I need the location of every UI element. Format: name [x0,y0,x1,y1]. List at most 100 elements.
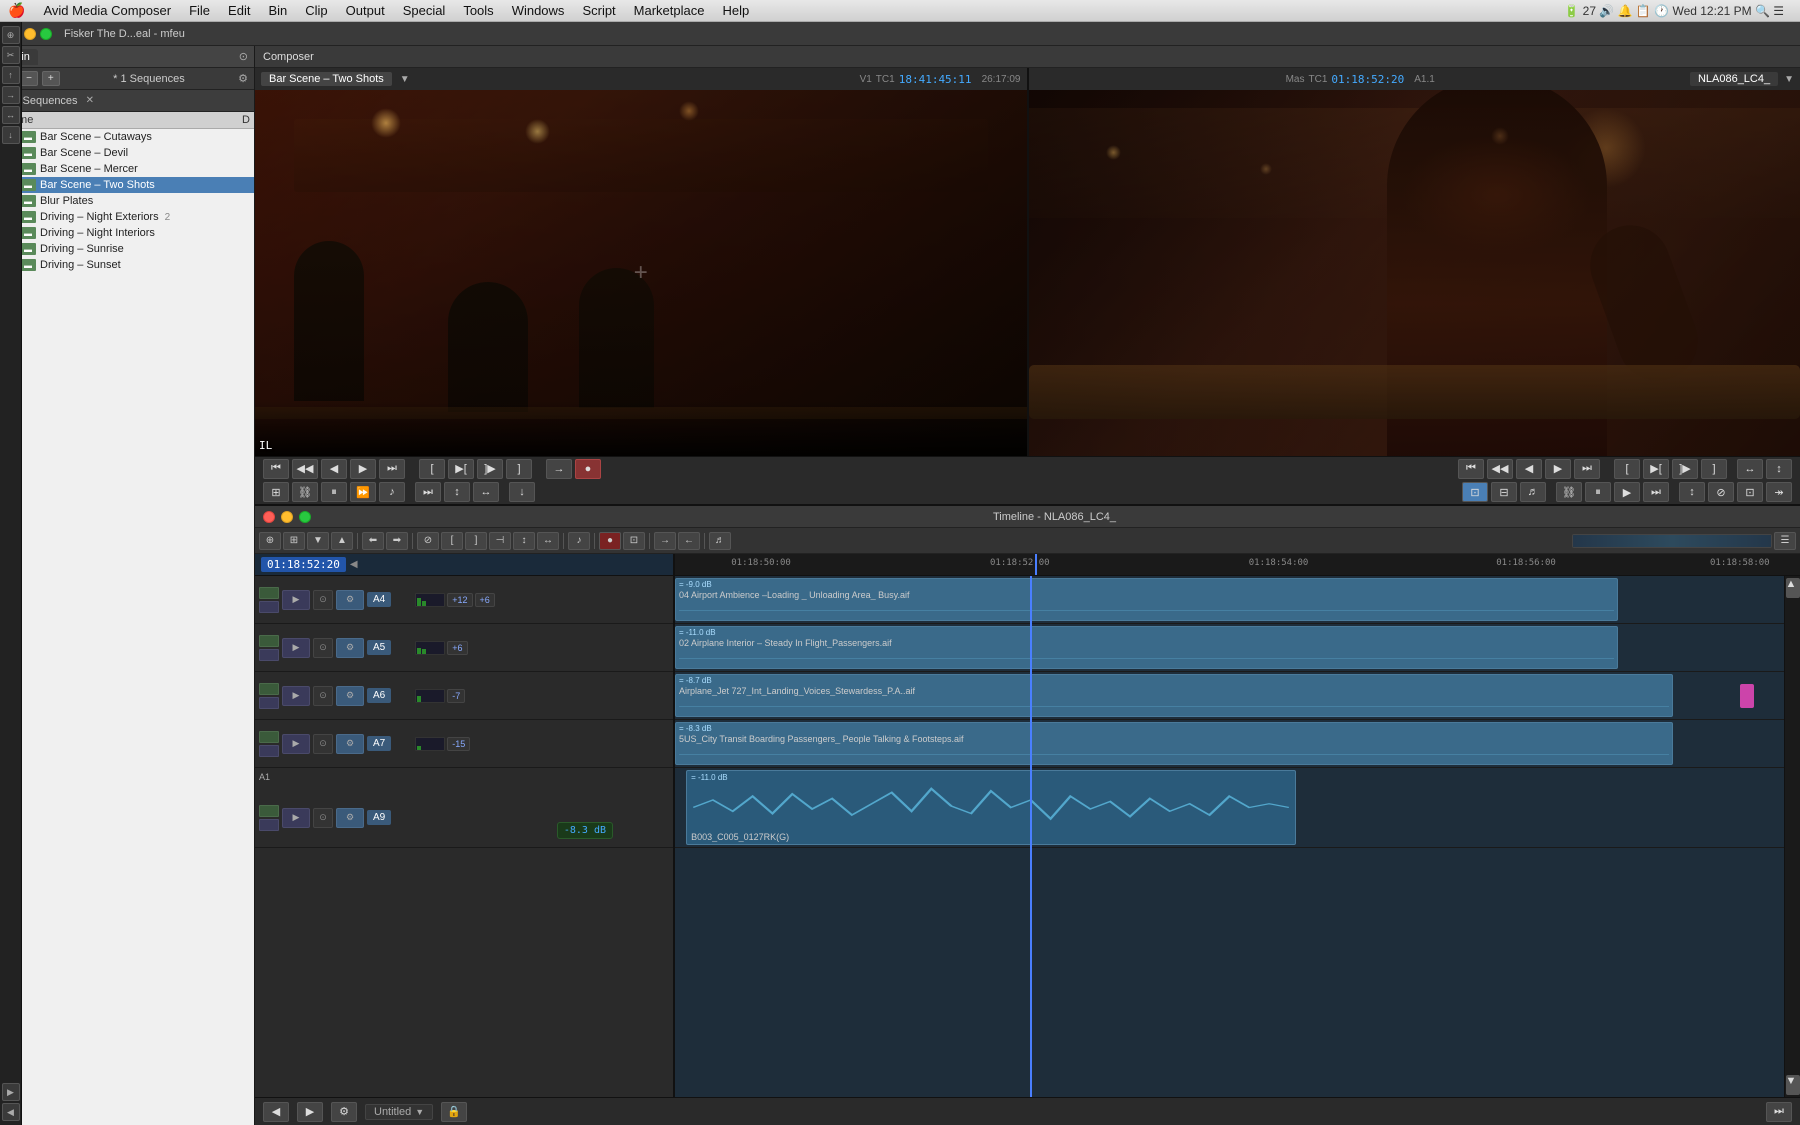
a4-solo-btn[interactable] [259,601,279,613]
a9-input-btn[interactable]: ▶ [282,808,310,828]
bin-close-sub-icon[interactable]: ✕ [86,95,94,106]
menu-output[interactable]: Output [338,1,393,20]
tl-out-btn[interactable]: ➡ [386,532,408,550]
timeline-max-btn[interactable] [299,511,311,523]
minimize-btn[interactable] [24,28,36,40]
a9-track-badge[interactable]: A9 [367,810,391,825]
rec-play-btn[interactable]: ▶ [1545,459,1571,479]
maximize-btn[interactable] [40,28,52,40]
tl-snap-btn[interactable]: ⊡ [623,532,645,550]
bin-item-nightint[interactable]: ▬ Driving – Night Interiors [0,225,254,241]
bin-expand-icon[interactable]: ⊙ [239,50,248,63]
a4-track-badge[interactable]: A4 [367,592,391,607]
go-to-start-btn[interactable]: ⏮ [263,459,289,479]
rec-mark-out-btn[interactable]: ] [1701,459,1727,479]
tl-mark-in-btn[interactable]: [ [441,532,463,550]
tl-view-btn[interactable]: ⊞ [283,532,305,550]
tool-trim-btn[interactable]: ✂ [2,46,20,64]
menu-special[interactable]: Special [395,1,454,20]
a6-solo-btn[interactable] [259,697,279,709]
rec-end2-btn[interactable]: ⏭ [1643,482,1669,502]
a4-mute-btn[interactable] [259,587,279,599]
quad-btn[interactable]: ⊞ [263,482,289,502]
bin-minus-btn[interactable]: − [20,71,38,86]
a4-track-vol-btn[interactable]: ⚙ [336,590,364,610]
menu-clip[interactable]: Clip [297,1,335,20]
source-seq-name[interactable]: Bar Scene – Two Shots [261,72,392,86]
a9-pan-btn[interactable]: ⊙ [313,808,333,828]
a7-mute-btn[interactable] [259,731,279,743]
bin-item-mercer[interactable]: ▬ Bar Scene – Mercer [0,161,254,177]
tl-sort-btn[interactable]: ▼ [307,532,329,550]
a5-clip[interactable]: = -11.0 dB 02 Airplane Interior – Steady… [675,626,1618,669]
tl-mark-out-btn[interactable]: ] [465,532,487,550]
rec-mark-in-btn[interactable]: [ [1614,459,1640,479]
menu-marketplace[interactable]: Marketplace [626,1,713,20]
a9-solo-btn[interactable] [259,819,279,831]
tl-next-edit-btn[interactable]: → [654,532,676,550]
extract-btn[interactable]: ↔ [473,482,499,502]
rec-play-out-btn[interactable]: ]▶ [1672,459,1698,479]
rec-go-end-btn[interactable]: ⏭ [1574,459,1600,479]
rec-sync-btn[interactable]: ↔ [1737,459,1763,479]
menu-windows[interactable]: Windows [504,1,573,20]
tl-status-dropdown-icon[interactable]: ▼ [415,1107,424,1117]
tl-status-settings-btn[interactable]: ⚙ [331,1102,357,1122]
a5-input-btn[interactable]: ▶ [282,638,310,658]
a7-pan-btn[interactable]: ⊙ [313,734,333,754]
tl-track-a7[interactable]: = -8.3 dB 5US_City Transit Boarding Pass… [675,720,1784,768]
a6-clip[interactable]: = -8.7 dB Airplane_Jet 727_Int_Landing_V… [675,674,1673,717]
a6-pan-btn[interactable]: ⊙ [313,686,333,706]
bin-item-sunrise[interactable]: ▬ Driving – Sunrise [0,241,254,257]
audio-btn[interactable]: ♪ [379,482,405,502]
a5-pan-btn[interactable]: ⊙ [313,638,333,658]
tool-extract-btn[interactable]: → [2,86,20,104]
a5-solo-btn[interactable] [259,649,279,661]
timeline-tracks-area[interactable]: = -9.0 dB 04 Airport Ambience –Loading _… [675,576,1784,1097]
apple-logo-icon[interactable]: 🍎 [8,2,25,19]
a7-clip[interactable]: = -8.3 dB 5US_City Transit Boarding Pass… [675,722,1673,765]
splice-btn[interactable]: ↕ [444,482,470,502]
rec-skip-btn[interactable]: ↠ [1766,482,1792,502]
record-dropdown-icon[interactable]: ▼ [1784,74,1794,85]
rec-go-start-btn[interactable]: ⏮ [1458,459,1484,479]
menu-file[interactable]: File [181,1,218,20]
menu-script[interactable]: Script [574,1,623,20]
tl-up-btn[interactable]: ▲ [331,532,353,550]
tl-status-label-btn[interactable]: Untitled ▼ [365,1104,433,1120]
tl-red-btn[interactable]: ● [599,532,621,550]
bin-item-sunset[interactable]: ▬ Driving – Sunset [0,257,254,273]
link-btn[interactable]: ⛓ [292,482,318,502]
scroll-up-btn[interactable]: ▲ [1786,578,1800,598]
a9-track-vol-btn[interactable]: ⚙ [336,808,364,828]
a7-input-btn[interactable]: ▶ [282,734,310,754]
a4-input-btn[interactable]: ▶ [282,590,310,610]
right-scrollbar[interactable]: ▲ ▼ [1784,576,1800,1097]
source-video[interactable]: + IL [255,90,1027,456]
step-fwd-2-btn[interactable]: ⏩ [350,482,376,502]
tl-focus-btn[interactable]: ⊕ [259,532,281,550]
rec-audio-btn[interactable]: ♬ [1520,482,1546,502]
rec-match-btn[interactable]: ↕ [1766,459,1792,479]
record-seq-name[interactable]: NLA086_LC4_ [1690,72,1778,86]
tool-overwrite-btn[interactable]: ↓ [2,126,20,144]
a6-track-vol-btn[interactable]: ⚙ [336,686,364,706]
step-back-btn[interactable]: ◀◀ [292,459,318,479]
bin-item-nightext[interactable]: ▬ Driving – Night Exteriors 2 [0,209,254,225]
tool-lift-btn[interactable]: ↑ [2,66,20,84]
trim-btn[interactable]: → [546,459,572,479]
rec-pause2-btn[interactable]: ⏸ [1585,482,1611,502]
bin-settings-icon[interactable]: ⚙ [238,72,248,85]
bin-item-devil[interactable]: ▬ Bar Scene – Devil [0,145,254,161]
rec-rewind-btn[interactable]: ◀ [1516,459,1542,479]
bin-item-twoshots[interactable]: ▬ Bar Scene – Two Shots [0,177,254,193]
tl-status-end-btn[interactable]: ⏭ [1766,1102,1792,1122]
tool-splice-btn[interactable]: ↔ [2,106,20,124]
rec-link-btn[interactable]: ⛓ [1556,482,1582,502]
a5-track-vol-btn[interactable]: ⚙ [336,638,364,658]
rewind-btn[interactable]: ◀ [321,459,347,479]
tl-audio-btn[interactable]: ♪ [568,532,590,550]
a6-track-badge[interactable]: A6 [367,688,391,703]
tl-lift-btn[interactable]: ↕ [513,532,535,550]
pause-btn[interactable]: ⏸ [321,482,347,502]
